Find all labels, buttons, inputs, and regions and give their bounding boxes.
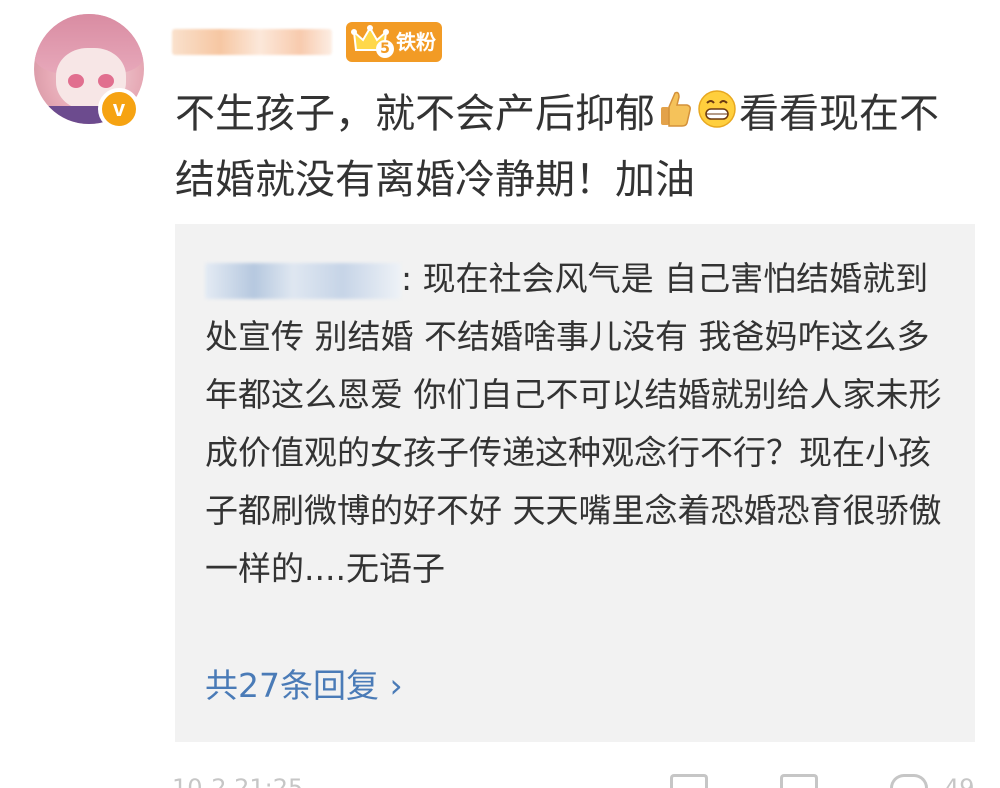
comment-text-part1: 不生孩子，就不会产后抑郁: [175, 91, 655, 137]
fan-badge[interactable]: 5 铁粉: [346, 22, 442, 62]
comment-text: 不生孩子，就不会产后抑郁 看看现在不结婚就没有离婚冷静期！加油: [175, 82, 975, 212]
thumbs-up-icon: [657, 84, 693, 148]
chevron-right-icon: ›: [389, 666, 403, 705]
reply-content: : 现在社会风气是 自己害怕结婚就到处宣传 别结婚 不结婚啥事儿没有 我爸妈咋这…: [205, 259, 942, 588]
reply-count-label: 共27条回复: [205, 666, 379, 705]
username-redacted: [172, 28, 332, 55]
avatar-eye-left: [68, 74, 84, 88]
reply-text: : 现在社会风气是 自己害怕结婚就到处宣传 别结婚 不结婚啥事儿没有 我爸妈咋这…: [205, 250, 957, 598]
avatar-eye-right: [98, 74, 114, 88]
fan-level: 5: [376, 40, 394, 58]
verified-v-icon: v: [98, 88, 140, 130]
reply-username-redacted[interactable]: [205, 262, 401, 299]
reply-preview[interactable]: : 现在社会风气是 自己害怕结婚就到处宣传 别结婚 不结婚啥事儿没有 我爸妈咋这…: [175, 224, 975, 742]
username[interactable]: [172, 26, 332, 56]
grin-icon: [697, 84, 737, 148]
view-replies-link[interactable]: 共27条回复 ›: [205, 664, 403, 708]
fan-badge-label: 铁粉: [396, 30, 436, 54]
